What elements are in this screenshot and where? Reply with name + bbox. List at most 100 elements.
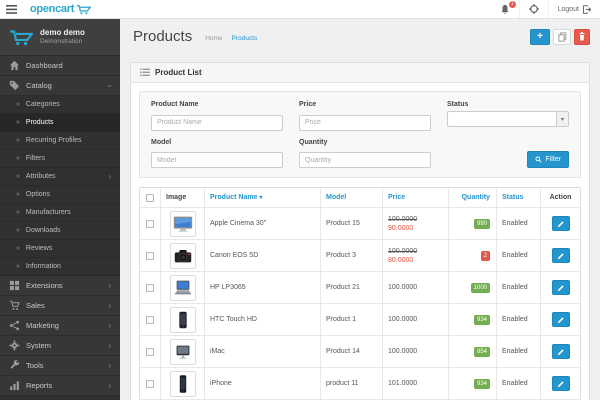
edit-button[interactable] [551,312,570,327]
edit-button[interactable] [551,344,570,359]
product-name-input[interactable] [151,114,283,131]
table-row-apple-cinema-30: Apple Cinema 30" Product 15 100.0000 90.000… [140,207,580,239]
table-row-iphone: iPhone product 11 101.0000 934 Enabled [140,367,580,399]
status-cell: Enabled [496,336,540,367]
topbar-right: 1 Logout [491,0,600,18]
product-thumbnail [169,306,196,333]
row-checkbox-cell [140,336,160,367]
sidebar-item-label: Filters [25,155,45,162]
topbar: opencart 1 Logout [0,0,600,19]
quantity-badge: 1000 [470,282,490,293]
list-icon [140,68,150,77]
breadcrumb-home-link[interactable]: Home [205,35,222,42]
quantity-input[interactable] [299,152,431,168]
sidebar-item-catalog[interactable]: Catalog › [0,76,120,96]
column-header-label[interactable]: Quantity [462,194,490,201]
row-checkbox[interactable] [146,219,154,228]
sidebar-item-information[interactable]: » Information [0,258,120,276]
special-price: 90.0000 [388,224,414,232]
sidebar-item-marketing[interactable]: Marketing › [0,316,120,336]
price-label: Price [299,101,317,108]
product-thumbnail [169,370,196,397]
breadcrumb-products-link[interactable]: Products [232,35,258,42]
edit-button[interactable] [551,280,570,295]
logo-text: opencart [30,3,75,15]
sidebar-item-products[interactable]: » Products [0,114,120,132]
sidebar-item-dashboard[interactable]: Dashboard [0,56,120,76]
column-header-status: Status [496,188,540,207]
sidebar-item-label: Recurring Profiles [25,137,82,144]
panel-body: Product Name Price Status ▾ Mode [131,83,589,400]
model-cell: Product 14 [320,336,382,367]
sidebar-item-sales[interactable]: Sales › [0,296,120,316]
price-input[interactable] [299,114,431,131]
delete-button[interactable] [574,28,590,45]
table-row-imac: iMac Product 14 100.0000 854 Enabled [140,335,580,367]
quantity-badge: 934 [473,378,490,389]
user-profile[interactable]: demo demo Demonstration [0,19,120,56]
price-cell: 100.0000 [382,304,448,335]
sidebar-item-system[interactable]: System › [0,336,120,356]
filter-button[interactable]: Filter [527,151,569,168]
sidebar-item-label: Catalog [26,81,52,90]
column-header-label[interactable]: Product Name ▾ [210,194,262,201]
menu-toggle-button[interactable] [0,0,22,18]
store-front-button[interactable] [520,0,548,18]
notification-badge: 1 [508,1,516,8]
gear-icon [9,340,20,351]
sidebar-item-reviews[interactable]: » Reviews [0,240,120,258]
sidebar-item-reports[interactable]: Reports › [0,376,120,396]
sidebar-item-manufacturers[interactable]: » Manufacturers [0,204,120,222]
submenu-arrow-icon: » [16,137,20,144]
sidebar-item-filters[interactable]: » Filters [0,150,120,168]
price-cell: 100.0000 [382,336,448,367]
sidebar-item-options[interactable]: » Options [0,186,120,204]
product-thumbnail [169,242,196,269]
row-checkbox[interactable] [146,347,154,356]
row-checkbox[interactable] [146,251,154,260]
submenu-arrow-icon: » [16,263,20,270]
sidebar-item-downloads[interactable]: » Downloads [0,222,120,240]
filter-field-model: Model [151,139,283,168]
column-header-label[interactable]: Status [502,194,523,201]
main-content: Products Home Products + Product List Pr… [120,19,600,400]
page-title: Products [133,28,193,45]
chevron-down-icon: › [105,84,115,87]
model-input[interactable] [151,152,283,168]
sidebar-item-attributes[interactable]: » Attributes › [0,168,120,186]
row-checkbox[interactable] [146,283,154,292]
status-cell: Enabled [496,368,540,399]
product-name-cell: Canon EOS 5D [204,240,320,271]
sidebar-item-extensions[interactable]: Extensions › [0,276,120,296]
opencart-logo[interactable]: opencart [30,3,92,15]
submenu-arrow-icon: » [16,191,20,198]
submenu-arrow-icon: » [16,209,20,216]
edit-button[interactable] [551,376,570,391]
table-row-hp-lp3065: HP LP3065 Product 21 100.0000 1000 Enabled [140,271,580,303]
column-header-label[interactable]: Price [388,194,405,201]
select-all-checkbox[interactable] [146,193,154,202]
action-cell [540,240,580,271]
notifications-button[interactable]: 1 [491,0,519,18]
model-cell: product 11 [320,368,382,399]
edit-button[interactable] [551,248,570,263]
add-new-button[interactable]: + [530,28,550,45]
column-header-label[interactable]: Model [326,194,346,201]
price-cell: 100.0000 [382,272,448,303]
status-label: Status [447,101,469,108]
table-row-canon-eos-5d: Canon EOS 5D Product 3 100.0000 80.0000 2 Ena… [140,239,580,271]
sidebar-item-label: Categories [25,101,60,108]
sidebar-item-categories[interactable]: » Categories [0,96,120,114]
edit-button[interactable] [551,216,570,231]
logout-button[interactable]: Logout [549,0,600,18]
sidebar-item-label: Sales [26,301,45,310]
quantity-cell: 934 [448,304,496,335]
sort-caret-icon: ▾ [259,195,263,201]
sidebar-item-recurring-profiles[interactable]: » Recurring Profiles [0,132,120,150]
copy-button[interactable] [553,28,571,45]
sidebar-item-tools[interactable]: Tools › [0,356,120,376]
status-select[interactable]: ▾ [447,111,569,127]
row-checkbox[interactable] [146,379,154,388]
row-checkbox[interactable] [146,315,154,324]
row-checkbox-cell [140,272,160,303]
